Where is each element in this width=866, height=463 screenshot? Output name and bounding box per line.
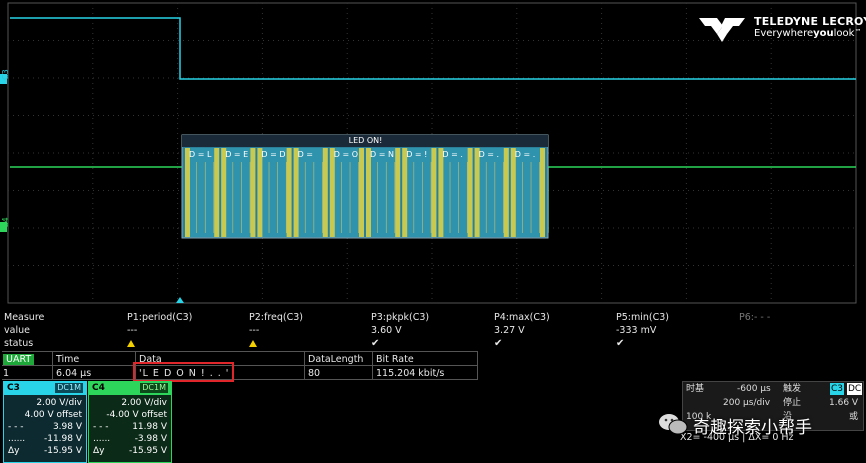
trigger-slope: 或 [849,412,859,422]
p3-value: 3.60 V [371,325,402,336]
decode-segment-edge [214,148,220,237]
warning-icon [127,337,135,350]
c4-offset: -4.00 V offset [106,410,167,420]
c4-vdiv: 2.00 V/div [121,398,167,408]
highlight-box [133,362,234,382]
c3-vdiv: 2.00 V/div [36,398,82,408]
decode-segment-label: D = N [370,150,394,159]
c3-dy-label: Δy [8,446,20,456]
measure-table: Measure P1:period(C3) P2:freq(C3) P3:pkp… [0,311,866,351]
decode-segment-edge [438,148,444,237]
c3-cursor2: -11.98 V [43,434,82,444]
cursor1-icon: - - - [93,422,109,432]
brand-name: TELEDYNE LECROY [754,15,866,28]
uart-table: UART Time Data DataLength Bit Rate 1 6.0… [3,352,477,379]
decode-segment-edge [185,148,190,237]
teledyne-logo-icon [699,18,745,42]
brand-tagline: Everywhereyoulook™ [754,28,862,39]
decode-segment-label: D = . [514,150,536,159]
decode-segment-edge [395,148,401,237]
cursor2-icon: ...... [8,434,26,444]
decode-segment-label: D = [297,150,313,159]
watermark-text: 奇趣探索小帮手 [693,418,812,438]
trigger-source: C3 [830,383,845,395]
decode-segment-edge [257,148,263,237]
warning-icon [249,337,257,350]
decode-segment-edge [431,148,437,237]
decode-segment-edge [467,148,473,237]
c4-cursor2: -3.98 V [134,434,167,444]
uart-row-length: 80 [308,368,321,379]
c4-axis-label: C4 [1,217,10,228]
decode-segment-edge [503,148,509,237]
status-label: status [4,338,34,349]
c3-offset: 4.00 V offset [24,410,82,420]
value-label: value [4,325,30,336]
uart-time-header: Time [56,354,80,365]
measure-p4-header[interactable]: P4:max(C3) [494,311,550,324]
trigger-label: 触发 [783,384,802,394]
c4-coupling: DC1M [140,383,168,393]
decode-segment-edge [540,148,545,237]
measure-p1-header[interactable]: P1:period(C3) [127,311,192,324]
measure-p5-header[interactable]: P5:min(C3) [616,311,669,324]
decode-segment-edge [366,148,371,237]
decode-segment-label: D = . [478,150,500,159]
timebase-label: 时基 [686,384,705,394]
decode-segment-label: D = ! [406,150,428,159]
c3-axis-label: C3 [1,69,10,80]
c4-descriptor[interactable]: C4 DC1M 2.00 V/div -4.00 V offset - - - 1… [88,381,172,463]
decode-title: LED ON! [348,136,383,145]
c4-dy: -15.95 V [128,446,167,456]
c4-dy-label: Δy [93,446,105,456]
measure-p6-header[interactable]: P6:- - - [739,311,770,324]
decode-segment-label: D = E [225,150,249,159]
p5-value: -333 mV [616,325,657,336]
c3-cursor1: 3.98 V [52,422,82,432]
decode-segment-edge [250,148,256,237]
decode-segment-edge [329,148,335,237]
trigger-stop: 停止 [783,398,802,408]
uart-row-time: 6.04 µs [56,368,92,379]
measure-p3-header[interactable]: P3:pkpk(C3) [371,311,429,324]
c3-descriptor[interactable]: C3 DC1M 2.00 V/div 4.00 V offset - - - 3.… [3,381,87,463]
decode-segment-edge [293,148,299,237]
uart-length-header: DataLength [308,354,364,365]
measure-p2-header[interactable]: P2:freq(C3) [249,311,303,324]
trigger-level: 1.66 V [829,398,859,408]
cursor1-icon: - - - [8,422,24,432]
decode-segment-edge [402,148,408,237]
measure-header: Measure [4,312,45,323]
c3-name: C3 [7,383,20,393]
p4-value: 3.27 V [494,325,525,336]
uart-row-index: 1 [3,368,10,379]
decode-segment-edge [510,148,516,237]
check-icon: ✔ [494,338,503,349]
uart-row-rate: 115.204 kbit/s [376,368,445,379]
timebase-tdiv: 200 µs/div [723,398,771,408]
decode-segment-edge [286,148,292,237]
trigger-coupling: DC [847,383,863,395]
decode-segment-edge [474,148,480,237]
wechat-icon [659,414,688,435]
check-icon: ✔ [616,338,625,349]
c3-dy: -15.95 V [43,446,82,456]
p1-value: --- [127,325,138,336]
decode-segment-label: D = L [189,150,212,159]
timebase-delay: -600 µs [737,384,771,394]
check-icon: ✔ [371,338,380,349]
decode-segment-edge [359,148,364,237]
cursor2-icon: ...... [93,434,111,444]
uart-rate-header: Bit Rate [376,354,414,365]
decode-segment-label: D = O [333,150,359,159]
c4-name: C4 [92,383,105,393]
c4-cursor1: 11.98 V [132,422,167,432]
decode-segment-label: D = D [261,150,286,159]
c3-coupling: DC1M [55,383,83,393]
decode-segment-label: D = . [442,150,463,159]
decode-segment-edge [322,148,328,237]
p2-value: --- [249,325,260,336]
decode-segment-edge [221,148,227,237]
uart-tag[interactable]: UART [3,354,35,365]
